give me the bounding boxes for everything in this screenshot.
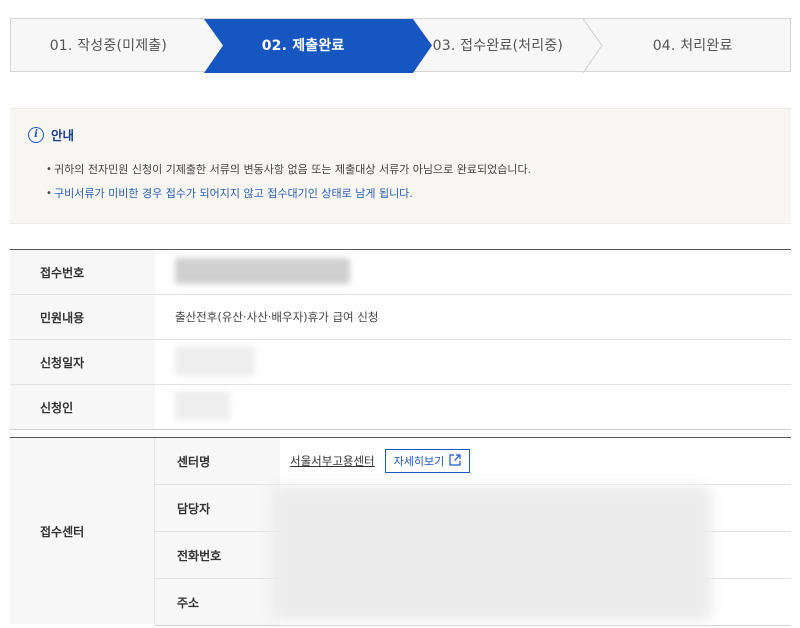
notice-list: 귀하의 전자민원 신청이 기제출한 서류의 변동사항 없음 또는 제출대상 서류… (28, 158, 791, 206)
notice-item: 귀하의 전자민원 신청이 기제출한 서류의 변동사항 없음 또는 제출대상 서류… (46, 158, 791, 182)
step-1-label: 01. 작성중(미제출) (49, 38, 168, 54)
center-name-value: 서울서부고용센터 자세히보기 (280, 449, 791, 473)
detail-button[interactable]: 자세히보기 (384, 449, 471, 473)
redacted-value (175, 257, 350, 284)
notice-title: 안내 (51, 128, 75, 143)
progress-steps: 01. 작성중(미제출) 02. 제출완료 03. 접수완료(처리중) 04. … (10, 18, 791, 73)
address-label: 주소 (155, 579, 280, 625)
step-4-label: 04. 처리완료 (652, 38, 733, 54)
external-link-icon (449, 453, 461, 469)
receipt-no-value (155, 257, 791, 287)
receipt-no-label: 접수번호 (10, 250, 155, 294)
step-1: 01. 작성중(미제출) (11, 19, 206, 71)
content-value: 출산전후(유산·사산·배우자)휴가 급여 신청 (175, 310, 379, 324)
info-icon: i (28, 126, 44, 143)
row-applicant: 신청인 (10, 385, 791, 430)
redacted-area (272, 486, 712, 621)
applicant-value (155, 390, 791, 424)
date-label: 신청일자 (10, 340, 155, 384)
manager-label: 담당자 (155, 485, 280, 531)
notice-header: i 안내 (28, 125, 791, 144)
step-3: 03. 접수완료(처리중) (401, 19, 596, 71)
center-name-link[interactable]: 서울서부고용센터 (290, 453, 375, 469)
notice-box: i 안내 귀하의 전자민원 신청이 기제출한 서류의 변동사항 없음 또는 제출… (10, 108, 791, 224)
applicant-label: 신청인 (10, 385, 155, 429)
content-label: 민원내용 (10, 295, 155, 339)
center-label: 접수센터 (10, 438, 155, 624)
detail-button-label: 자세히보기 (393, 455, 445, 468)
application-info-table: 접수번호 민원내용 출산전후(유산·사산·배우자)휴가 급여 신청 신청일자 신… (10, 249, 791, 430)
redacted-value (175, 345, 255, 376)
step-2: 02. 제출완료 (206, 19, 401, 71)
row-receipt-no: 접수번호 (10, 250, 791, 295)
notice-item: 구비서류가 미비한 경우 접수가 되어지지 않고 접수대기인 상태로 남게 됩니… (46, 182, 791, 206)
row-content: 민원내용 출산전후(유산·사산·배우자)휴가 급여 신청 (10, 295, 791, 340)
step-4: 04. 처리완료 (595, 19, 790, 71)
date-value (155, 345, 791, 379)
phone-label: 전화번호 (155, 532, 280, 578)
redacted-value (175, 390, 230, 421)
row-date: 신청일자 (10, 340, 791, 385)
row-center-name: 센터명 서울서부고용센터 자세히보기 (155, 438, 791, 485)
step-3-label: 03. 접수완료(처리중) (432, 38, 564, 54)
center-name-label: 센터명 (155, 438, 280, 484)
step-2-label: 02. 제출완료 (261, 38, 345, 54)
